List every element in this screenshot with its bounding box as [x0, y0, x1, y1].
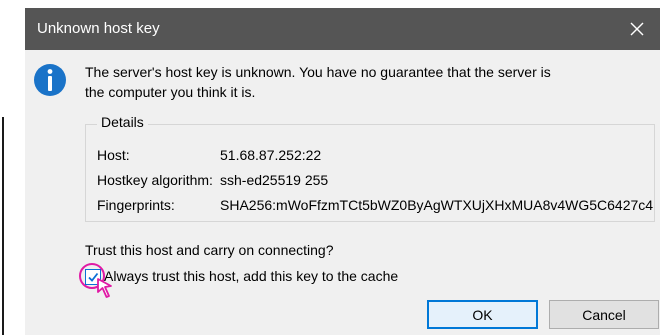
host-key-message: The server's host key is unknown. You ha…	[85, 62, 605, 102]
window-edge-line	[2, 117, 4, 335]
message-line-1: The server's host key is unknown. You ha…	[85, 64, 551, 80]
details-legend: Details	[97, 114, 148, 130]
host-value: 51.68.87.252:22	[220, 147, 322, 163]
hostkey-algorithm-label: Hostkey algorithm:	[97, 172, 213, 188]
close-button[interactable]	[614, 8, 660, 50]
unknown-host-key-dialog: Unknown host key The server's host key i…	[25, 8, 660, 335]
fingerprints-label: Fingerprints:	[97, 197, 175, 213]
message-line-2: the computer you think it is.	[85, 84, 256, 100]
dialog-title: Unknown host key	[37, 20, 160, 37]
close-icon	[630, 22, 644, 36]
mouse-pointer-icon	[97, 278, 112, 298]
hostkey-algorithm-value: ssh-ed25519 255	[220, 172, 329, 188]
info-icon	[34, 64, 66, 96]
title-bar[interactable]: Unknown host key	[25, 8, 660, 50]
trust-question: Trust this host and carry on connecting?	[85, 242, 334, 258]
cancel-button[interactable]: Cancel	[549, 300, 659, 329]
always-trust-label[interactable]: Always trust this host, add this key to …	[104, 268, 398, 284]
ok-button[interactable]: OK	[427, 300, 538, 329]
fingerprints-value: SHA256:mWoFfzmTCt5bWZ0ByAgWTXUjXHxMUA8v4…	[220, 197, 654, 213]
host-label: Host:	[97, 147, 130, 163]
